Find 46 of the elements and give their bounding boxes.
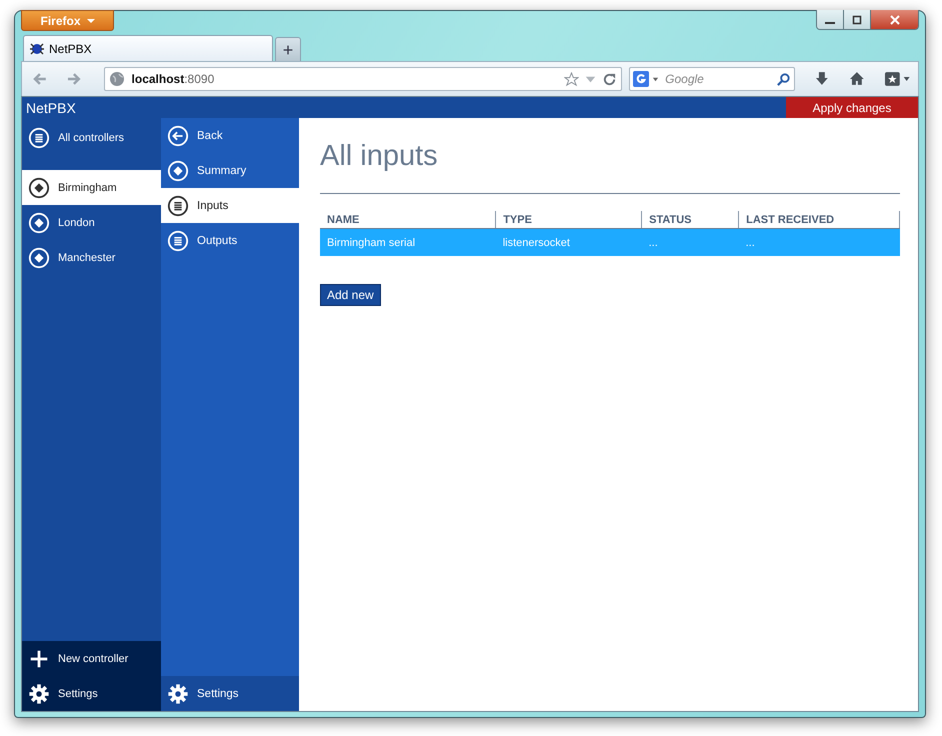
- list-icon: [167, 230, 189, 252]
- reload-icon[interactable]: [602, 72, 618, 86]
- minimize-icon: [825, 20, 835, 24]
- all-controllers-item[interactable]: All controllers: [22, 120, 161, 155]
- table-cell: listenersocket: [496, 228, 642, 256]
- controller-item[interactable]: Birmingham: [22, 170, 161, 205]
- caret-icon[interactable]: [652, 76, 660, 82]
- list-icon: [167, 194, 189, 216]
- bookmarks-icon[interactable]: [884, 71, 912, 87]
- download-icon[interactable]: [814, 71, 830, 87]
- close-icon: [888, 14, 900, 24]
- address-bar[interactable]: localhost:8090: [104, 67, 622, 91]
- search-bar[interactable]: Google: [629, 67, 795, 91]
- list-icon: [28, 126, 50, 148]
- tab-title: NetPBX: [49, 42, 92, 56]
- favicon-icon: [29, 40, 45, 56]
- browser-tab[interactable]: NetPBX: [23, 35, 273, 61]
- controller-item[interactable]: Manchester: [22, 240, 161, 275]
- maximize-button[interactable]: [844, 10, 871, 29]
- url-text: localhost:8090: [132, 72, 216, 86]
- settings-item[interactable]: Settings: [22, 676, 161, 711]
- new-controller-item[interactable]: New controller: [22, 641, 161, 676]
- section-item[interactable]: Summary: [161, 153, 299, 188]
- table-cell: ...: [642, 228, 739, 256]
- search-icon[interactable]: [776, 72, 791, 86]
- apply-changes-button[interactable]: Apply changes: [786, 97, 918, 118]
- section-item[interactable]: Inputs: [161, 188, 299, 223]
- maximize-icon: [852, 14, 862, 24]
- controller-item[interactable]: London: [22, 205, 161, 240]
- settings-icon: [167, 682, 189, 704]
- app-title: NetPBX: [25, 100, 76, 116]
- section-item[interactable]: Outputs: [161, 223, 299, 258]
- google-icon: [633, 71, 650, 87]
- settings-item[interactable]: Settings: [161, 676, 299, 711]
- add-new-button[interactable]: Add new: [320, 284, 381, 306]
- minimize-button[interactable]: [817, 10, 844, 29]
- table-cell: Birmingham serial: [320, 228, 496, 256]
- table-cell: ...: [738, 228, 900, 256]
- star-icon[interactable]: [564, 72, 580, 86]
- home-icon[interactable]: [848, 71, 864, 87]
- globe-icon: [108, 71, 125, 87]
- settings-icon: [28, 682, 50, 704]
- page-title: All inputs: [320, 140, 439, 174]
- new-tab-button[interactable]: +: [275, 37, 301, 61]
- section-item[interactable]: Back: [161, 118, 299, 153]
- close-button[interactable]: [871, 10, 918, 29]
